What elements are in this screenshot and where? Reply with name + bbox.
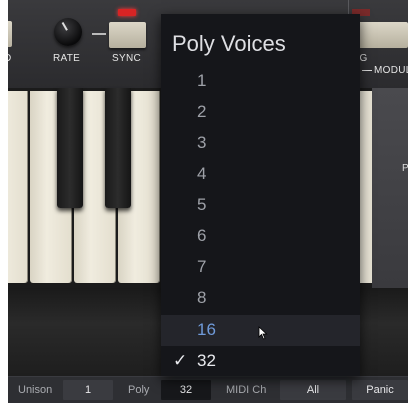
midi-channel-field[interactable]: All — [280, 380, 346, 400]
menu-item-7[interactable]: 7 — [161, 252, 360, 283]
menu-title: Poly Voices — [172, 31, 286, 56]
black-key[interactable] — [105, 88, 131, 208]
menu-item-1[interactable]: 1 — [161, 66, 360, 97]
right-side-panel — [372, 88, 408, 288]
unison-field[interactable]: 1 — [63, 380, 113, 400]
right-panel-button[interactable] — [352, 22, 408, 48]
menu-item-label: 32 — [197, 351, 216, 370]
unison-label: Unison — [18, 384, 53, 396]
menu-item-3[interactable]: 3 — [161, 128, 360, 159]
menu-item-label: 3 — [197, 133, 207, 152]
poly-voices-menu: Poly Voices 1 2 3 4 5 6 7 8 16 ✓ 32 — [161, 14, 360, 376]
left-control-label: D — [8, 53, 12, 64]
modulation-section-label: MODUL — [374, 65, 408, 76]
menu-item-16[interactable]: 16 — [161, 315, 360, 346]
menu-item-32[interactable]: ✓ 32 — [161, 346, 360, 377]
mouse-cursor-icon — [258, 326, 268, 340]
panic-button[interactable]: Panic — [352, 380, 408, 400]
right-side-label: P — [402, 163, 408, 174]
sync-button[interactable] — [109, 22, 146, 48]
menu-item-label: 16 — [197, 320, 216, 339]
menu-item-label: 4 — [197, 164, 207, 183]
poly-field[interactable]: 32 — [161, 380, 211, 400]
poly-label: Poly — [128, 384, 150, 396]
menu-item-5[interactable]: 5 — [161, 190, 360, 221]
status-bar: Unison 1 Poly 32 MIDI Ch All Panic — [8, 376, 408, 403]
menu-item-label: 7 — [197, 257, 207, 276]
knob-connector-line — [92, 33, 106, 35]
sync-label: SYNC — [112, 53, 141, 64]
rate-label: RATE — [53, 53, 81, 64]
menu-item-6[interactable]: 6 — [161, 221, 360, 252]
menu-item-8[interactable]: 8 — [161, 283, 360, 314]
rate-knob[interactable] — [54, 18, 82, 46]
synth-window: D RATE SYNC NG MODUL P Unison 1 — [8, 0, 408, 403]
menu-item-label: 5 — [197, 195, 207, 214]
menu-item-label: 1 — [197, 71, 207, 90]
menu-item-2[interactable]: 2 — [161, 97, 360, 128]
menu-item-label: 8 — [197, 288, 207, 307]
midi-channel-label: MIDI Ch — [226, 384, 267, 396]
modul-line — [362, 70, 372, 71]
left-panel-button[interactable] — [8, 21, 12, 47]
menu-item-label: 2 — [197, 102, 207, 121]
menu-item-label: 6 — [197, 226, 207, 245]
white-key[interactable] — [8, 91, 28, 283]
sync-led-indicator — [118, 9, 136, 16]
checkmark-icon: ✓ — [173, 351, 188, 370]
black-key[interactable] — [57, 88, 83, 208]
menu-item-4[interactable]: 4 — [161, 159, 360, 190]
